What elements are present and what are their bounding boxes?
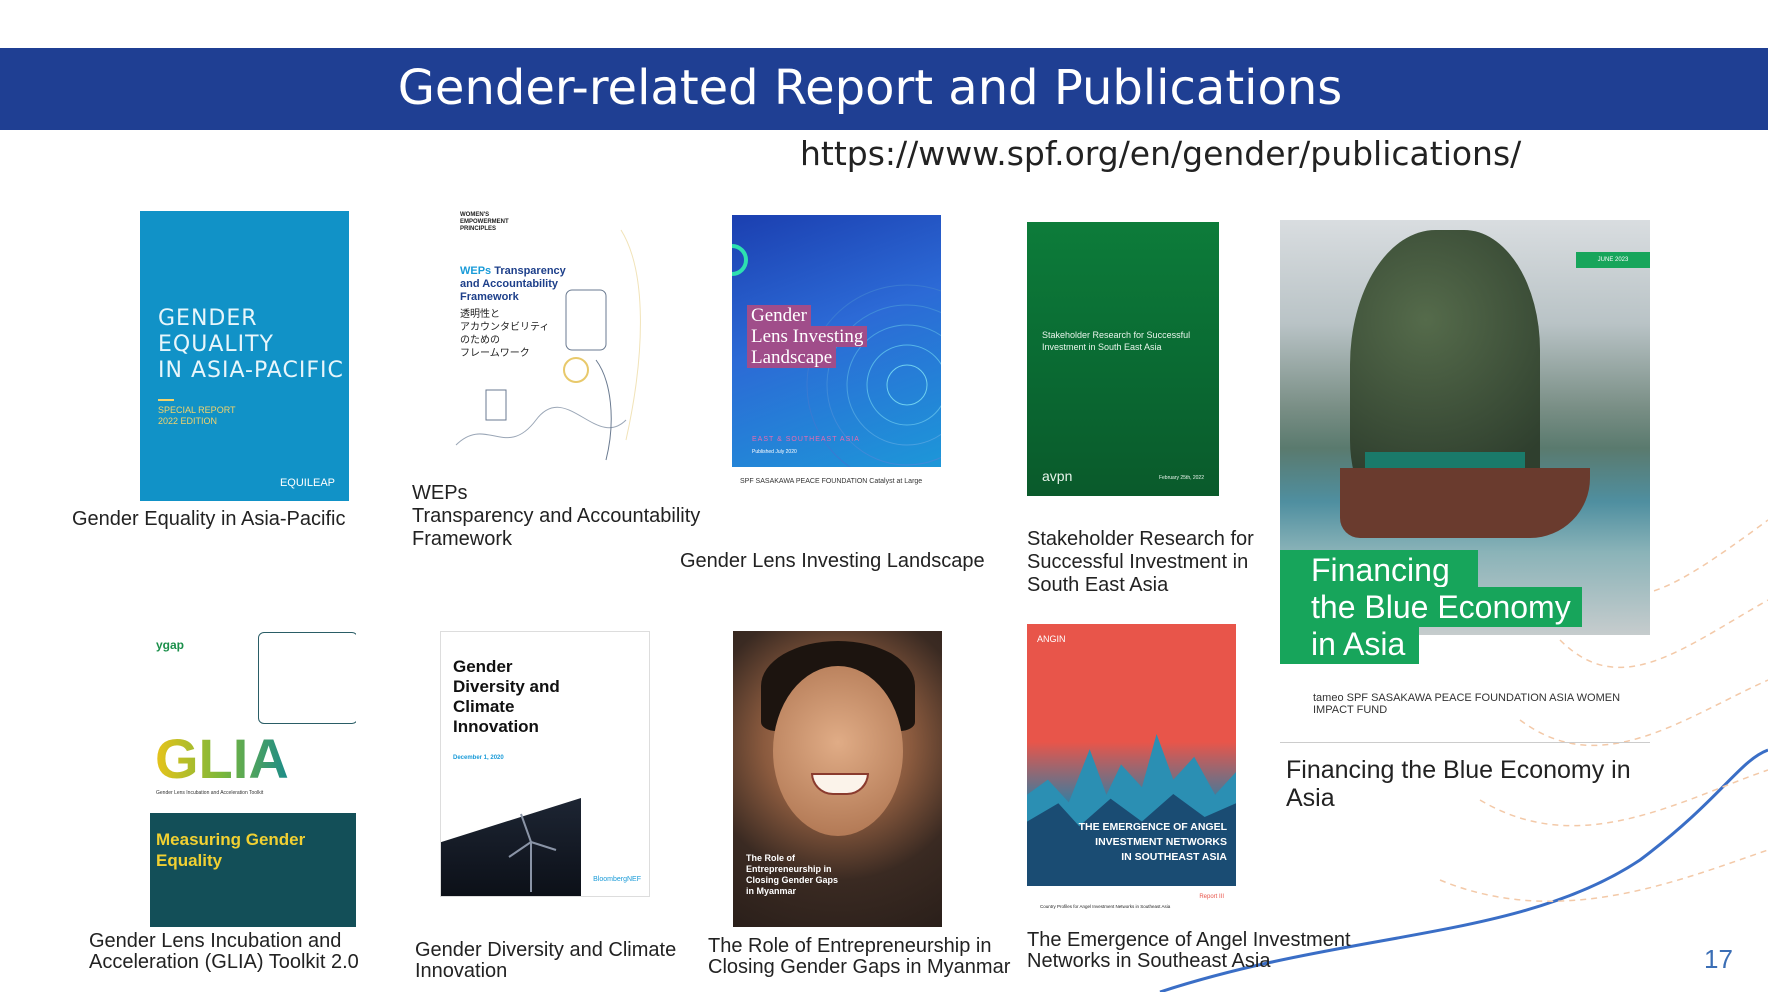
line-illustration	[455, 229, 641, 461]
cover-title-line: in Asia	[1280, 624, 1420, 664]
caption-glia-toolkit[interactable]: Gender Lens Incubation and Acceleration …	[89, 931, 359, 973]
caption-gender-diversity-climate[interactable]: Gender Diversity and Climate Innovation	[415, 940, 676, 982]
caption-financing-blue-economy[interactable]: Financing the Blue Economy in Asia	[1286, 756, 1631, 812]
caption-angel-investment-networks[interactable]: The Emergence of Angel Investment Networ…	[1027, 930, 1351, 972]
portrait-face	[773, 666, 903, 836]
equileap-logo: EQUILEAP	[279, 477, 335, 489]
divider	[1280, 742, 1650, 743]
divider	[158, 399, 174, 401]
cover-title: The Role of Entrepreneurship in Closing …	[746, 853, 839, 896]
cover-date: Published July 2020	[752, 449, 797, 455]
publisher-logos: SPF SASAKAWA PEACE FOUNDATION Catalyst a…	[740, 478, 923, 485]
laptop-illustration	[258, 632, 356, 724]
cover-box: Measuring Gender Equality	[150, 813, 356, 927]
page-number: 17	[1704, 944, 1733, 974]
longtail-boat	[1340, 468, 1590, 538]
caption-weps-framework[interactable]: WEPs Transparency and Accountability Fra…	[412, 482, 700, 551]
cover-gender-lens-investing[interactable]: Gender Lens Investing Landscape EAST & S…	[732, 215, 941, 467]
cover-entrepreneurship-myanmar[interactable]: The Role of Entrepreneurship in Closing …	[733, 631, 942, 927]
cover-date: February 25th, 2022	[1158, 475, 1204, 481]
cover-title-line: Lens Investing	[747, 326, 868, 347]
title-banner: Gender-related Report and Publications	[0, 48, 1768, 130]
cover-weps-framework[interactable]: WOMEN'S EMPOWERMENT PRINCIPLES WEPs Tran…	[446, 210, 653, 490]
publisher-logos: tameo SPF SASAKAWA PEACE FOUNDATION ASIA…	[1313, 692, 1621, 716]
cover-box-text: Measuring Gender Equality	[156, 830, 306, 870]
cover-title: GLIA	[155, 727, 289, 790]
slide-title: Gender-related Report and Publications	[397, 60, 1343, 116]
cover-angel-investment-networks[interactable]: ANGIN THE EMERGENCE OF ANGEL INVESTMENT …	[1027, 624, 1236, 919]
cover-title-line: Landscape	[747, 347, 837, 368]
cover-title: Gender Lens Investing Landscape	[747, 305, 868, 368]
cover-footer: Country Profiles for Angel Investment Ne…	[1040, 904, 1171, 909]
cover-title: Stakeholder Research for Successful Inve…	[1042, 330, 1191, 352]
cover-gender-diversity-climate[interactable]: Gender Diversity and Climate Innovation …	[440, 631, 650, 897]
caption-stakeholder-research[interactable]: Stakeholder Research for Successful Inve…	[1027, 528, 1254, 597]
caption-entrepreneurship-myanmar[interactable]: The Role of Entrepreneurship in Closing …	[708, 936, 1010, 978]
cover-subtitle: Gender Lens Incubation and Acceleration …	[156, 790, 264, 796]
angin-logo: ANGIN	[1037, 634, 1066, 644]
cover-subtitle: EAST & SOUTHEAST ASIA	[752, 436, 860, 443]
boat-canopy	[1365, 452, 1525, 468]
date-badge: JUNE 2023	[1576, 252, 1650, 268]
cover-title-line: Gender	[747, 305, 811, 326]
bloombergnef-logo: BloombergNEF	[593, 876, 641, 883]
cover-title-line: the Blue Economy	[1280, 587, 1582, 627]
cover-title: Gender Diversity and Climate Innovation	[453, 657, 560, 736]
caption-gender-equality-asia-pacific[interactable]: Gender Equality in Asia-Pacific	[72, 508, 345, 531]
cover-title: THE EMERGENCE OF ANGEL INVESTMENT NETWOR…	[1078, 821, 1227, 863]
cover-title: GENDER EQUALITY IN ASIA-PACIFIC	[158, 306, 344, 383]
avpn-logo: avpn	[1042, 468, 1073, 484]
cover-glia-toolkit[interactable]: ygap GLIA Gender Lens Incubation and Acc…	[150, 630, 356, 927]
ygap-logo: ygap	[156, 638, 185, 652]
report-label: Report III	[1199, 894, 1224, 900]
cover-subtitle: SPECIAL REPORT 2022 EDITION	[158, 405, 236, 426]
publications-url[interactable]: https://www.spf.org/en/gender/publicatio…	[800, 134, 1521, 173]
wind-turbine-icon	[508, 813, 557, 892]
cover-title-line: Financing	[1280, 550, 1478, 590]
cover-gender-equality-asia-pacific[interactable]: GENDER EQUALITY IN ASIA-PACIFIC SPECIAL …	[140, 211, 349, 501]
cover-date: December 1, 2020	[453, 755, 504, 761]
cover-stakeholder-research[interactable]: Stakeholder Research for Successful Inve…	[1027, 222, 1219, 496]
caption-gender-lens-investing[interactable]: Gender Lens Investing Landscape	[680, 550, 985, 573]
